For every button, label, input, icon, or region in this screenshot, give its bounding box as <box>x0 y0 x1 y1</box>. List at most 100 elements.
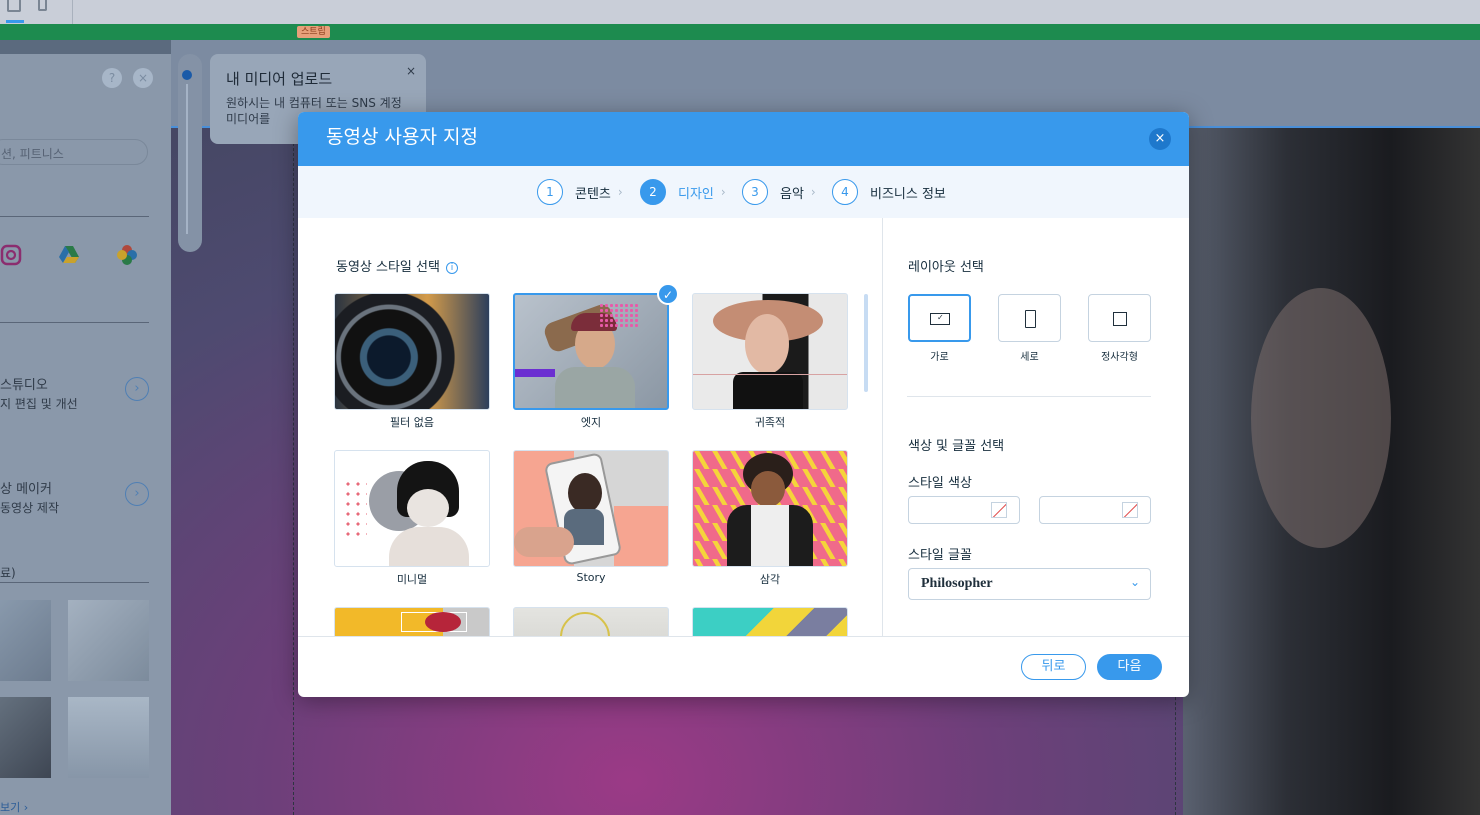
strip-bar <box>0 24 1480 40</box>
active-view-indicator <box>6 20 24 23</box>
dialog-footer: 뒤로 다음 <box>298 636 1189 697</box>
customize-video-dialog: 동영상 사용자 지정 × 1 콘텐츠 › 2 디자인 › 3 음악 › 4 비즈… <box>298 112 1189 697</box>
wizard-steps: 1 콘텐츠 › 2 디자인 › 3 음악 › 4 비즈니스 정보 <box>298 166 1189 218</box>
style-tile-story[interactable]: Story <box>513 450 669 584</box>
tooltip-rail <box>178 54 202 252</box>
style-caption: 삼각 <box>759 573 781 586</box>
layout-landscape[interactable]: ✓ 가로 <box>908 294 971 363</box>
layout-portrait[interactable]: 세로 <box>998 294 1061 363</box>
chevron-right-icon: › <box>810 185 816 199</box>
photo-studio-arrow-icon[interactable]: › <box>125 377 149 401</box>
style-tile-triangle[interactable]: 삼각 <box>692 450 848 587</box>
dialog-header: 동영상 사용자 지정 × <box>298 112 1189 166</box>
google-drive-icon[interactable] <box>58 244 80 266</box>
layout-portrait-box <box>998 294 1061 342</box>
style-tile-edgy[interactable]: ✓ 엣지 <box>513 283 679 430</box>
stock-thumb[interactable] <box>0 697 51 778</box>
layout-and-style-panel: 레이아웃 선택 ✓ 가로 세로 정사각형 색상 및 글꼴 선택 스타일 색상 스… <box>883 218 1189 636</box>
panel-divider <box>0 216 149 217</box>
video-maker-arrow-icon[interactable]: › <box>125 482 149 506</box>
style-font-label: 스타일 글꼴 <box>908 548 972 563</box>
editor-topbar <box>0 0 1480 24</box>
topbar-divider <box>72 0 73 24</box>
back-button[interactable]: 뒤로 <box>1021 654 1086 680</box>
chevron-down-icon: ⌄ <box>1129 575 1140 589</box>
style-thumbnail <box>334 607 490 636</box>
layout-caption: 가로 <box>930 352 949 363</box>
step-number: 1 <box>537 179 563 205</box>
next-button[interactable]: 다음 <box>1097 654 1162 680</box>
style-caption: 필터 없음 <box>390 416 434 429</box>
layout-square[interactable]: 정사각형 <box>1088 294 1151 363</box>
style-thumbnail <box>692 450 848 567</box>
dialog-title: 동영상 사용자 지정 <box>326 126 478 148</box>
media-search-input[interactable]: 션, 피트니스 <box>0 139 148 165</box>
step-business-info[interactable]: 4 비즈니스 정보 <box>832 178 946 206</box>
stock-thumb[interactable] <box>0 600 51 681</box>
gridline-left <box>293 128 294 815</box>
style-thumbnail <box>513 607 669 636</box>
panel-divider <box>0 582 149 583</box>
video-maker-subtitle: 동영상 제작 <box>0 501 60 515</box>
dialog-body: 동영상 스타일 선택 i 필터 없음 ✓ 엣지 귀족적 미니멀 Story 삼각… <box>298 218 1189 636</box>
layout-square-box <box>1088 294 1151 342</box>
add-media-panel: ? × 션, 피트니스 스튜디오 지 편집 및 개선 › 상 메이커 동영상 제… <box>0 54 171 815</box>
style-tile[interactable] <box>334 607 490 636</box>
layout-section-title: 레이아웃 선택 <box>908 260 984 275</box>
desktop-view-icon[interactable] <box>7 0 21 12</box>
google-photos-icon[interactable] <box>116 244 138 266</box>
step-label: 비즈니스 정보 <box>870 186 946 202</box>
style-tile-aristocratic[interactable]: 귀족적 <box>692 293 848 430</box>
step-label: 디자인 <box>678 186 714 202</box>
chevron-right-icon: › <box>617 185 623 199</box>
step-label: 음악 <box>780 186 804 202</box>
style-tile-no-filter[interactable]: 필터 없음 <box>334 293 490 430</box>
background-photo-face <box>1251 288 1391 548</box>
help-icon[interactable]: ? <box>102 68 122 88</box>
style-picker: 동영상 스타일 선택 i 필터 없음 ✓ 엣지 귀족적 미니멀 Story 삼각 <box>298 218 882 636</box>
stock-thumb[interactable] <box>68 600 149 681</box>
strip-tag[interactable]: 스트립 <box>297 26 330 38</box>
step-content[interactable]: 1 콘텐츠 › <box>537 178 623 206</box>
check-icon: ✓ <box>937 313 944 322</box>
style-color-picker-1[interactable] <box>908 496 1020 524</box>
style-section-title: 동영상 스타일 선택 i <box>336 256 458 275</box>
section-divider <box>907 396 1151 397</box>
close-icon[interactable]: × <box>1149 128 1171 150</box>
info-icon[interactable]: i <box>445 261 458 274</box>
step-design[interactable]: 2 디자인 › <box>640 178 726 206</box>
layout-landscape-box: ✓ <box>908 294 971 342</box>
tooltip-title: 내 미디어 업로드 <box>226 70 333 88</box>
photo-studio-title: 스튜디오 <box>0 378 48 393</box>
style-color-picker-2[interactable] <box>1039 496 1151 524</box>
style-section-label: 동영상 스타일 선택 <box>336 260 440 275</box>
stock-thumb[interactable] <box>68 697 149 778</box>
portrait-icon <box>1025 310 1036 328</box>
chevron-right-icon: › <box>720 185 726 199</box>
mobile-view-icon[interactable] <box>38 0 47 11</box>
selected-check-icon: ✓ <box>657 283 679 305</box>
style-thumbnail <box>692 607 848 636</box>
style-color-label: 스타일 색상 <box>908 476 972 491</box>
style-tile[interactable] <box>513 607 669 636</box>
style-tile-minimal[interactable]: 미니멀 <box>334 450 490 587</box>
style-caption: 엣지 <box>580 416 602 429</box>
style-tile[interactable] <box>692 607 848 636</box>
free-media-label: 료) <box>0 566 16 580</box>
style-font-dropdown[interactable]: Philosopher ⌄ <box>908 568 1151 600</box>
instagram-icon[interactable] <box>0 244 22 266</box>
style-thumbnail <box>692 293 848 410</box>
style-caption: Story <box>576 571 606 584</box>
see-more-link[interactable]: 보기 › <box>0 799 28 815</box>
layout-caption: 세로 <box>1020 352 1039 363</box>
tiles-scrollbar[interactable] <box>864 294 868 392</box>
color-font-section-title: 색상 및 글꼴 선택 <box>908 439 1005 454</box>
style-thumbnail <box>513 293 669 410</box>
step-number: 4 <box>832 179 858 205</box>
tooltip-close-icon[interactable]: × <box>406 64 416 78</box>
step-music[interactable]: 3 음악 › <box>742 178 816 206</box>
style-thumbnail <box>334 450 490 567</box>
panel-close-icon[interactable]: × <box>133 68 153 88</box>
step-label: 콘텐츠 <box>575 186 611 202</box>
no-color-icon <box>991 502 1007 518</box>
